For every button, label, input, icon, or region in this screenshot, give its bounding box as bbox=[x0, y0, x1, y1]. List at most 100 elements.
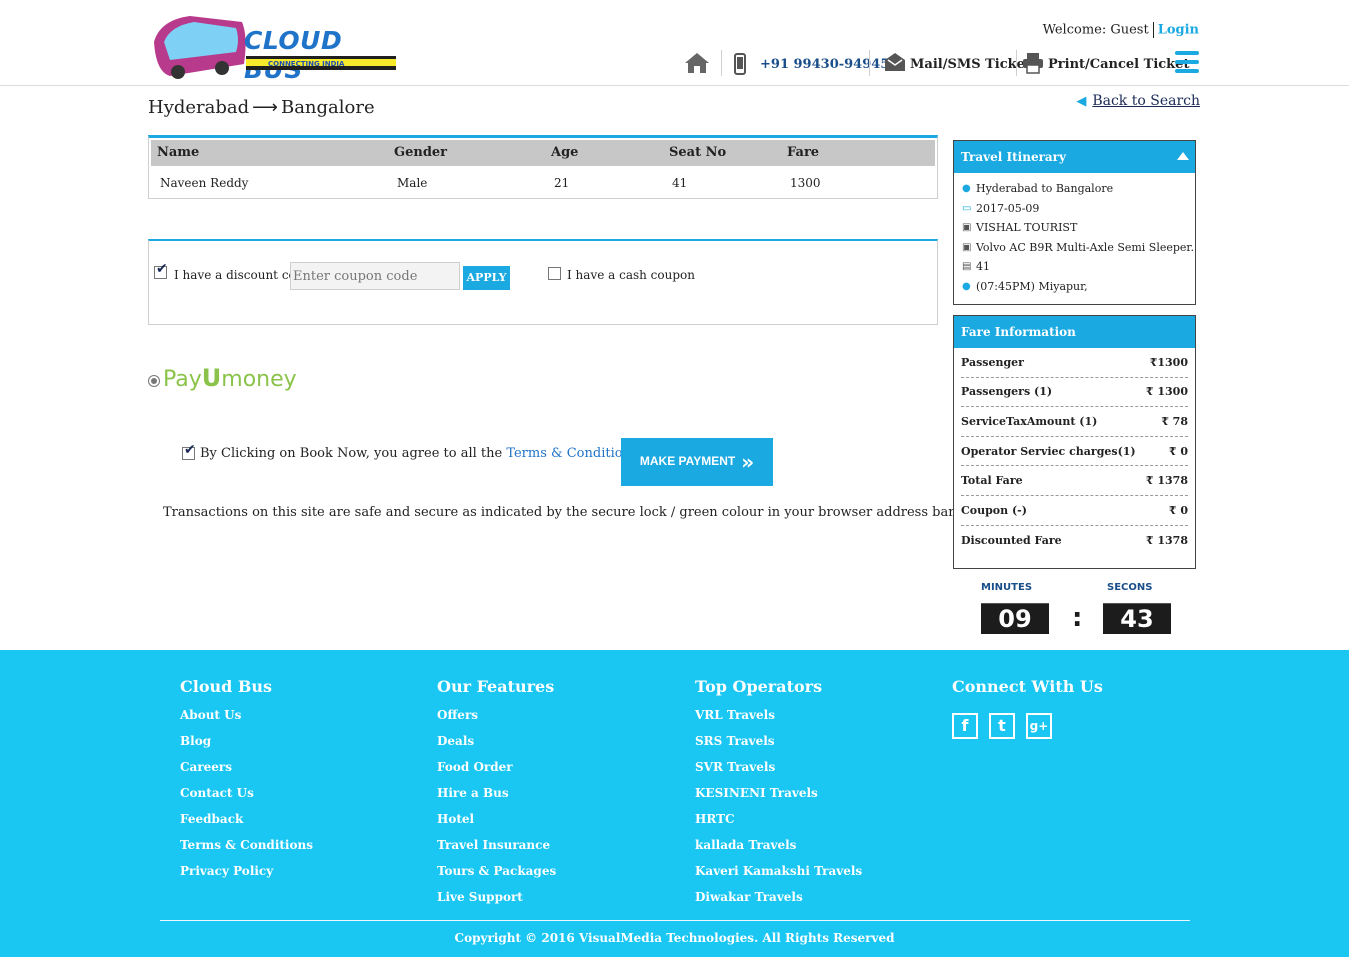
arrow-right-icon: ⟶ bbox=[252, 97, 278, 118]
footer-link[interactable]: Blog bbox=[180, 734, 313, 760]
footer-link[interactable]: Offers bbox=[437, 708, 556, 734]
print-cancel-ticket-link[interactable]: Print/Cancel Ticket bbox=[1048, 57, 1189, 72]
welcome-area: Welcome: Guest Login bbox=[1043, 22, 1199, 38]
social-links: f t g+ bbox=[952, 713, 1052, 739]
fare-row: Total Fare ₹ 1378 bbox=[961, 466, 1188, 496]
footer-link[interactable]: Hotel bbox=[437, 812, 556, 838]
fare-row: Coupon (-) ₹ 0 bbox=[961, 496, 1188, 526]
cash-coupon-checkbox[interactable] bbox=[548, 267, 561, 280]
footer-link[interactable]: kallada Travels bbox=[695, 838, 862, 864]
apply-button[interactable]: APPLY bbox=[463, 266, 510, 290]
footer-link[interactable]: VRL Travels bbox=[695, 708, 862, 734]
fare-row: Operator Serviec charges(1) ₹ 0 bbox=[961, 437, 1188, 467]
back-arrow-icon: ◀ bbox=[1076, 94, 1087, 109]
bus-icon: ▣ bbox=[962, 222, 972, 234]
footer-link[interactable]: Terms & Conditions bbox=[180, 838, 313, 864]
itinerary-seat: ▤ 41 bbox=[962, 260, 990, 274]
location-pin-icon: ● bbox=[962, 183, 971, 195]
logo[interactable]: CLOUD BUS CONNECTING INDIA bbox=[150, 12, 398, 84]
footer-col-title: Our Features bbox=[437, 677, 555, 696]
footer-col-title: Cloud Bus bbox=[180, 677, 273, 696]
timer-seconds: 43 bbox=[1103, 603, 1171, 634]
logo-tagline: CONNECTING INDIA bbox=[268, 60, 345, 68]
footer-link[interactable]: HRTC bbox=[695, 812, 862, 838]
cell-seat: 41 bbox=[672, 176, 688, 190]
col-header-gender: Gender bbox=[394, 145, 448, 160]
fare-header: Fare Information bbox=[954, 316, 1195, 348]
timer-minutes-label: MINUTES bbox=[981, 582, 1033, 593]
make-payment-button[interactable]: MAKE PAYMENT» bbox=[621, 438, 773, 486]
col-header-name: Name bbox=[157, 145, 200, 160]
footer-link[interactable]: Travel Insurance bbox=[437, 838, 556, 864]
location-pin-icon: ● bbox=[962, 280, 971, 292]
itinerary-bus-type: ▣ Volvo AC B9R Multi-Axle Semi Sleeper. bbox=[962, 240, 1194, 254]
cell-name: Naveen Reddy bbox=[160, 176, 249, 190]
footer-col-title: Connect With Us bbox=[952, 677, 1103, 696]
col-header-age: Age bbox=[551, 145, 579, 160]
passenger-table: Name Gender Age Seat No Fare Naveen Redd… bbox=[148, 135, 938, 199]
mail-sms-ticket-link[interactable]: Mail/SMS Ticket bbox=[910, 57, 1031, 72]
hamburger-menu-icon[interactable] bbox=[1175, 51, 1199, 73]
timer-seconds-label: SECONS bbox=[1107, 582, 1153, 593]
fare-row: ServiceTaxAmount (1) ₹ 78 bbox=[961, 407, 1188, 437]
footer-link[interactable]: Kaveri Kamakshi Travels bbox=[695, 864, 862, 890]
footer-link[interactable]: KESINENI Travels bbox=[695, 786, 862, 812]
footer-link[interactable]: Deals bbox=[437, 734, 556, 760]
discount-code-checkbox[interactable] bbox=[154, 261, 168, 279]
cash-coupon-label: I have a cash coupon bbox=[567, 268, 695, 282]
terms-text: By Clicking on Book Now, you agree to al… bbox=[200, 446, 642, 461]
footer-col-cloudbus: Cloud Bus About Us Blog Careers Contact … bbox=[180, 677, 313, 890]
footer-link[interactable]: Diwakar Travels bbox=[695, 890, 862, 916]
footer-link[interactable]: Careers bbox=[180, 760, 313, 786]
terms-checkbox[interactable] bbox=[182, 442, 196, 460]
cell-gender: Male bbox=[397, 176, 428, 190]
footer-link[interactable]: Contact Us bbox=[180, 786, 313, 812]
route-to: Bangalore bbox=[280, 97, 375, 118]
footer-link[interactable]: Food Order bbox=[437, 760, 556, 786]
travel-itinerary-panel: Travel Itinerary ● Hyderabad to Bangalore… bbox=[953, 140, 1196, 305]
seat-icon: ▤ bbox=[962, 261, 972, 273]
route-title: Hyderabad ⟶ Bangalore bbox=[148, 97, 375, 118]
welcome-text: Welcome: Guest bbox=[1042, 22, 1149, 38]
printer-icon bbox=[1023, 53, 1043, 74]
secure-transaction-note: Transactions on this site are safe and s… bbox=[163, 505, 955, 520]
footer-link[interactable]: Tours & Packages bbox=[437, 864, 556, 890]
itinerary-route: ● Hyderabad to Bangalore bbox=[962, 182, 1114, 196]
calendar-icon: ▭ bbox=[962, 202, 972, 214]
collapse-up-icon[interactable] bbox=[1177, 152, 1189, 160]
footer-link[interactable]: Hire a Bus bbox=[437, 786, 556, 812]
terms-conditions-link[interactable]: Terms & Conditions bbox=[506, 446, 637, 461]
payumoney-logo: PayUmoney bbox=[163, 364, 297, 392]
timer-colon: : bbox=[1072, 603, 1083, 633]
payu-radio[interactable] bbox=[148, 375, 160, 387]
timer-minutes: 09 bbox=[981, 603, 1049, 634]
mobile-phone-icon bbox=[734, 53, 746, 75]
login-link[interactable]: Login bbox=[1158, 23, 1199, 38]
site-header: CLOUD BUS CONNECTING INDIA Welcome: Gues… bbox=[0, 0, 1349, 86]
footer-link[interactable]: Privacy Policy bbox=[180, 864, 313, 890]
footer-link[interactable]: Live Support bbox=[437, 890, 556, 916]
itinerary-header[interactable]: Travel Itinerary bbox=[954, 141, 1195, 173]
col-header-fare: Fare bbox=[787, 145, 820, 160]
bus-logo-icon bbox=[154, 16, 246, 79]
twitter-icon[interactable]: t bbox=[989, 713, 1015, 739]
fare-row: Discounted Fare ₹ 1378 bbox=[961, 533, 1188, 547]
double-chevron-right-icon: » bbox=[741, 450, 755, 474]
table-header: Name Gender Age Seat No Fare bbox=[151, 140, 935, 166]
footer-col-features: Our Features Offers Deals Food Order Hir… bbox=[437, 677, 556, 916]
footer-link[interactable]: About Us bbox=[180, 708, 313, 734]
footer-divider bbox=[160, 920, 1190, 921]
footer-col-operators: Top Operators VRL Travels SRS Travels SV… bbox=[695, 677, 862, 916]
coupon-code-input[interactable] bbox=[290, 262, 460, 290]
footer-link[interactable]: SVR Travels bbox=[695, 760, 862, 786]
footer-col-connect: Connect With Us bbox=[952, 677, 1103, 708]
fare-information-panel: Fare Information Passenger ₹1300 Passenge… bbox=[953, 315, 1196, 569]
google-plus-icon[interactable]: g+ bbox=[1026, 713, 1052, 739]
back-to-search-link[interactable]: ◀ Back to Search bbox=[1076, 93, 1200, 109]
facebook-icon[interactable]: f bbox=[952, 713, 978, 739]
bus-icon: ▣ bbox=[962, 241, 972, 253]
itinerary-operator: ▣ VISHAL TOURIST bbox=[962, 221, 1078, 235]
home-icon[interactable] bbox=[684, 52, 710, 74]
footer-link[interactable]: Feedback bbox=[180, 812, 313, 838]
footer-link[interactable]: SRS Travels bbox=[695, 734, 862, 760]
